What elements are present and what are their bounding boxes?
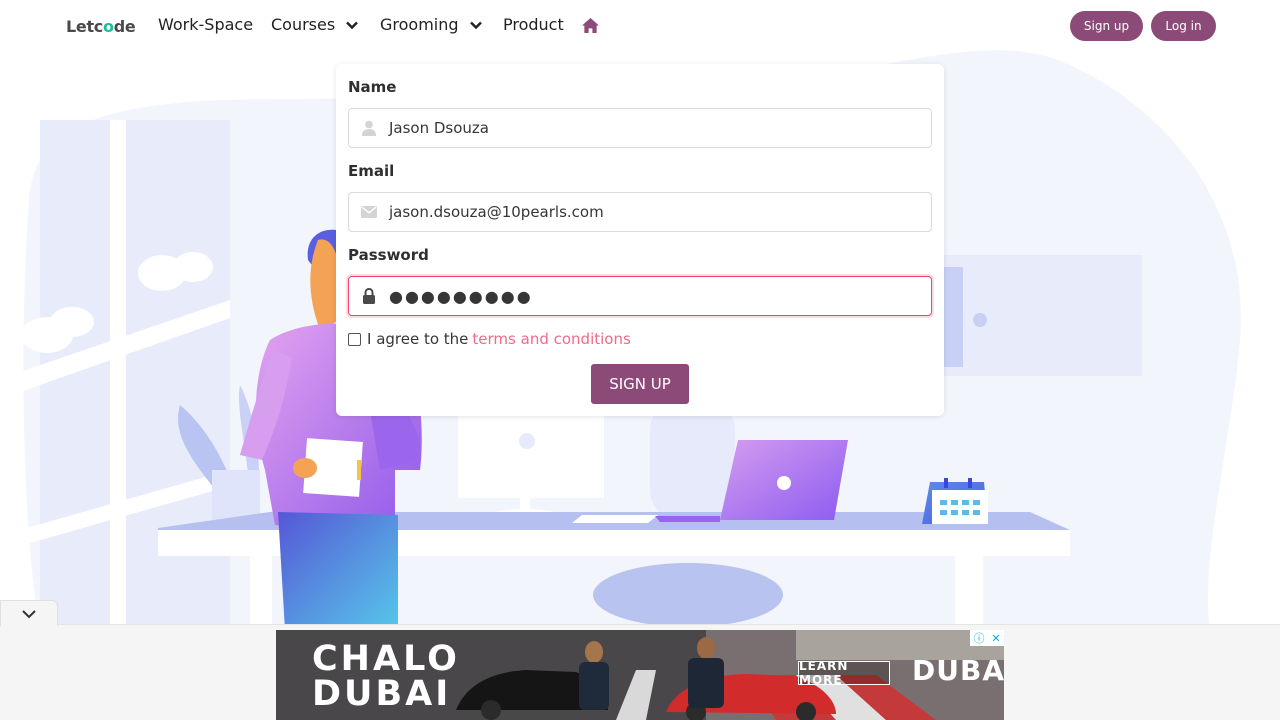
ad-banner[interactable]: CHALO DUBAI LEARN MORE DUBAI ⓘ ✕ xyxy=(276,630,1004,720)
nav-item-workspace[interactable]: Work-Space xyxy=(158,15,253,34)
user-icon xyxy=(349,109,389,147)
login-nav-button[interactable]: Log in xyxy=(1151,11,1216,41)
home-icon[interactable] xyxy=(581,17,600,34)
nav-item-product[interactable]: Product xyxy=(503,15,564,34)
terms-link[interactable]: terms and conditions xyxy=(472,330,630,348)
terms-agreement: I agree to the terms and conditions xyxy=(348,330,631,348)
chevron-down-icon xyxy=(22,609,36,618)
ad-headline-line2: DUBAI xyxy=(312,674,452,714)
name-label: Name xyxy=(348,78,397,96)
nav-item-grooming[interactable]: Grooming xyxy=(380,15,483,34)
password-label: Password xyxy=(348,246,429,264)
logo-text-de: de xyxy=(113,17,136,36)
logo-text-o: o xyxy=(102,17,114,36)
nav-item-label: Work-Space xyxy=(158,15,254,34)
name-field[interactable]: Jason Dsouza xyxy=(348,108,932,148)
password-field[interactable]: ●●●●●●●●● xyxy=(348,276,932,316)
ad-brand-logo: DUBAI xyxy=(912,654,1004,687)
ad-headline-line1: CHALO xyxy=(312,639,460,679)
signup-form-card: Name Jason Dsouza Email jason.dsouza@10p… xyxy=(336,64,944,416)
nav-item-courses[interactable]: Courses xyxy=(271,15,359,34)
chevron-down-icon xyxy=(469,21,482,29)
nav-item-label: Product xyxy=(503,15,564,34)
email-input-value: jason.dsouza@10pearls.com xyxy=(389,203,604,221)
signup-submit-label: SIGN UP xyxy=(609,375,671,393)
collapse-ad-button[interactable] xyxy=(0,600,58,626)
brand-logo[interactable]: Let c o de xyxy=(66,17,136,36)
agree-text: I agree to the xyxy=(367,330,469,348)
agree-checkbox[interactable] xyxy=(348,332,361,346)
envelope-icon xyxy=(349,193,389,231)
signup-submit-button[interactable]: SIGN UP xyxy=(591,364,689,404)
ad-cta-label: LEARN MORE xyxy=(799,659,849,687)
password-input-value: ●●●●●●●●● xyxy=(389,286,533,306)
nav-item-label: Courses xyxy=(271,15,336,34)
login-nav-label: Log in xyxy=(1165,19,1202,33)
lock-icon xyxy=(349,277,389,315)
email-field[interactable]: jason.dsouza@10pearls.com xyxy=(348,192,932,232)
chevron-down-icon xyxy=(346,21,359,29)
name-input-value: Jason Dsouza xyxy=(389,119,489,137)
ad-learn-more-button[interactable]: LEARN MORE xyxy=(798,659,890,687)
close-icon[interactable]: ✕ xyxy=(991,632,1000,645)
logo-text-let: Let xyxy=(66,17,94,36)
ad-headline: CHALO DUBAI xyxy=(312,642,460,712)
email-label: Email xyxy=(348,162,395,180)
logo-text-c: c xyxy=(93,17,103,36)
signup-nav-label: Sign up xyxy=(1083,19,1130,33)
ad-choices[interactable]: ⓘ ✕ xyxy=(970,630,1004,646)
info-icon[interactable]: ⓘ xyxy=(973,630,984,646)
navbar: Let c o de Work-Space Courses Grooming Prod… xyxy=(0,0,1280,52)
signup-nav-button[interactable]: Sign up xyxy=(1070,11,1143,41)
nav-item-label: Grooming xyxy=(380,15,459,34)
